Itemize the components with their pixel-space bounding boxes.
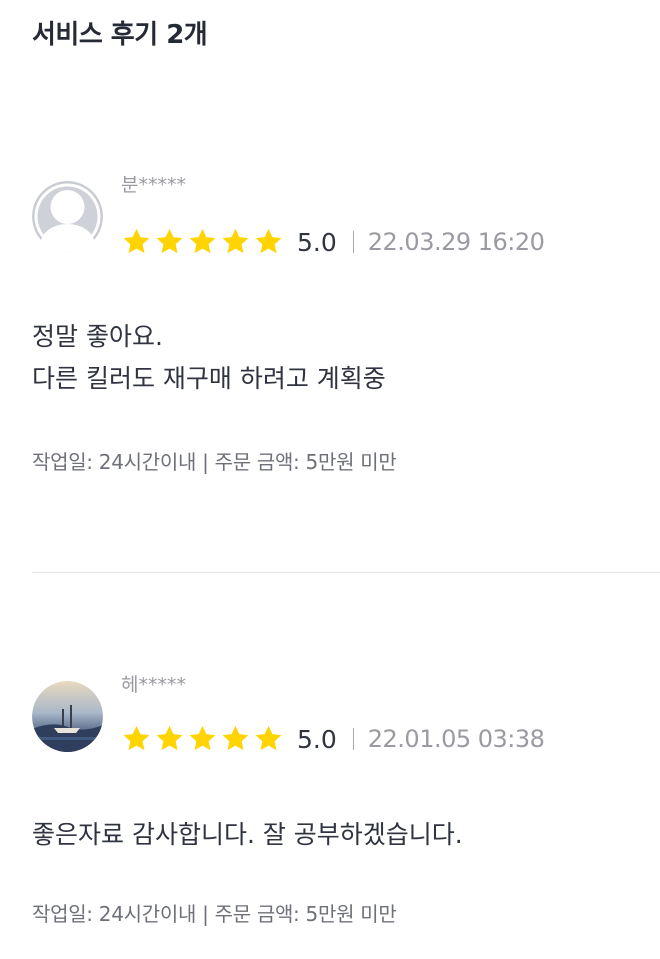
star-icon: [187, 227, 220, 258]
star-icon: [121, 227, 154, 258]
star-icon: [154, 227, 187, 258]
divider: [32, 572, 660, 573]
review-content: 좋은자료 감사합니다. 잘 공부하겠습니다.: [32, 820, 463, 849]
separator: [352, 231, 354, 253]
review-meta: 작업일: 24시간이내 | 주문 금액: 5만원 미만: [32, 902, 397, 926]
reviewer-name: 분*****: [121, 174, 186, 196]
star-icon: [253, 227, 286, 258]
rating-row: 5.0 22.03.29 16:20: [121, 225, 545, 259]
landscape-photo-avatar[interactable]: [32, 681, 103, 752]
rating-row: 5.0 22.01.05 03:38: [121, 722, 545, 756]
star-rating: [121, 227, 286, 258]
reviewer-name: 헤*****: [121, 674, 186, 696]
default-profile-icon[interactable]: [32, 181, 103, 252]
star-icon: [121, 724, 154, 755]
star-icon: [253, 724, 286, 755]
review-date: 22.01.05 03:38: [367, 725, 545, 753]
star-rating: [121, 724, 286, 755]
page-title: 서비스 후기 2개: [32, 20, 208, 50]
review-date: 22.03.29 16:20: [367, 228, 545, 256]
rating-score: 5.0: [297, 724, 337, 754]
rating-score: 5.0: [297, 227, 337, 257]
star-icon: [187, 724, 220, 755]
star-icon: [220, 227, 253, 258]
star-icon: [154, 724, 187, 755]
review-meta: 작업일: 24시간이내 | 주문 금액: 5만원 미만: [32, 450, 397, 474]
separator: [352, 728, 354, 750]
star-icon: [220, 724, 253, 755]
review-content: 정말 좋아요. 다른 킬러도 재구매 하려고 계획중: [32, 322, 386, 393]
